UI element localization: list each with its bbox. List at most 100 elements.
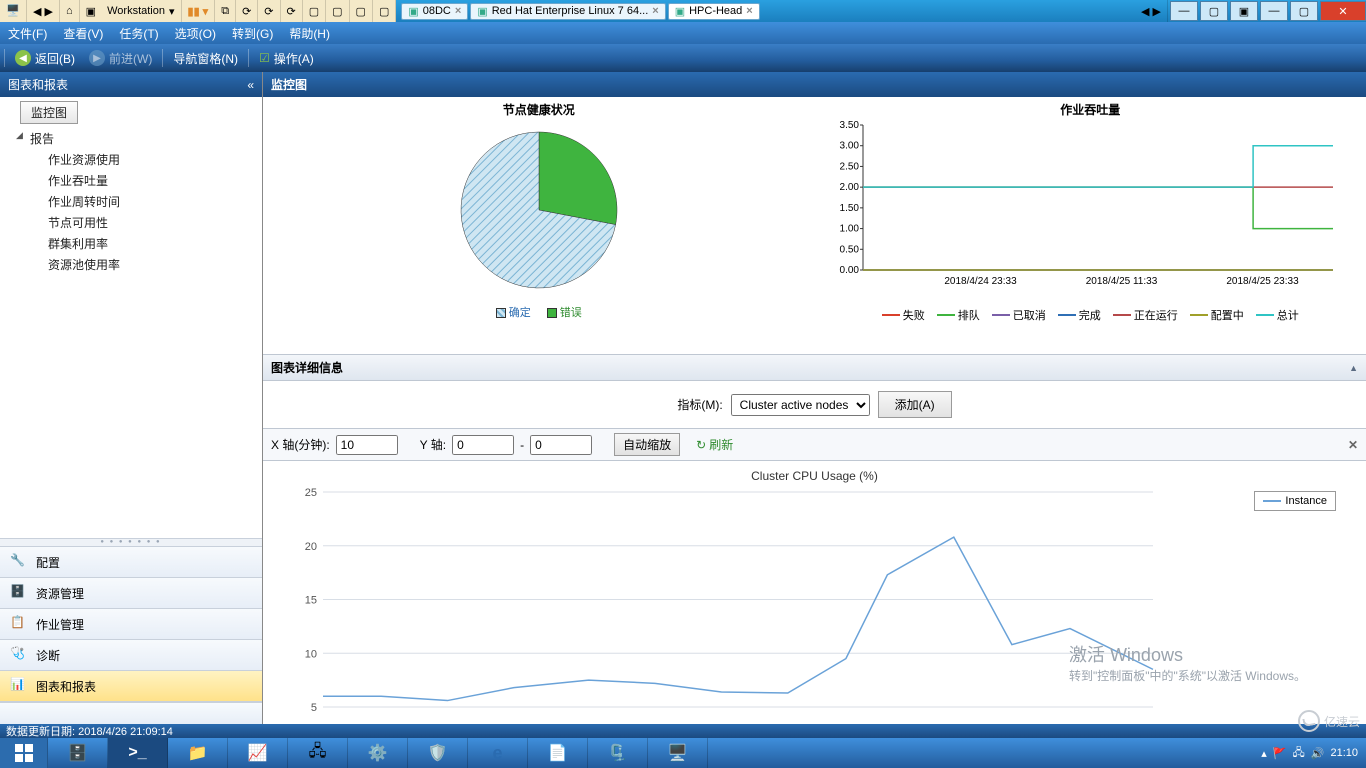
task-powershell-icon[interactable]: >_ — [108, 738, 168, 768]
menu-item[interactable]: 选项(O) — [167, 25, 224, 42]
xaxis-label: X 轴(分钟): — [271, 436, 330, 453]
tray-vol-icon[interactable]: 🔊 — [1311, 747, 1325, 760]
workstation-dropdown[interactable]: Workstation — [107, 5, 165, 17]
svg-text:10: 10 — [305, 648, 317, 660]
sidebar-tree: 监控图 ◢报告 作业资源使用作业吞吐量作业周转时间节点可用性群集利用率资源池使用… — [0, 97, 262, 538]
vm-max-icon[interactable]: ▢ — [1200, 1, 1228, 21]
tray-flag-icon[interactable]: 🚩 — [1273, 747, 1287, 760]
add-button[interactable]: 添加(A) — [878, 391, 952, 418]
detail-header[interactable]: 图表详细信息▲ — [263, 355, 1366, 381]
collapse-caret-icon[interactable]: ▲ — [1349, 363, 1358, 373]
task-ie-icon[interactable]: e — [468, 738, 528, 768]
vm-tool-icon-7[interactable]: ▢ — [350, 0, 373, 22]
svg-text:2.50: 2.50 — [839, 161, 859, 172]
autoscale-button[interactable]: 自动缩放 — [614, 433, 680, 456]
tree-item[interactable]: 作业吞吐量 — [20, 170, 262, 191]
task-monitor-icon[interactable]: 📈 — [228, 738, 288, 768]
tray-up-icon[interactable]: ▴ — [1261, 747, 1267, 760]
task-notes-icon[interactable]: 📄 — [528, 738, 588, 768]
menu-item[interactable]: 帮助(H) — [281, 25, 338, 42]
yaxis-to-input[interactable] — [530, 435, 592, 455]
vm-tab[interactable]: ▣Red Hat Enterprise Linux 7 64...× — [470, 3, 665, 20]
menu-item[interactable]: 文件(F) — [0, 25, 55, 42]
svg-text:1.00: 1.00 — [839, 224, 859, 235]
sidebar-grip[interactable]: ● ● ● ● ● ● ● — [0, 538, 262, 546]
task-archive-icon[interactable]: 🗜️ — [588, 738, 648, 768]
refresh-button[interactable]: ↻刷新 — [696, 436, 733, 453]
task-explorer-icon[interactable]: 📁 — [168, 738, 228, 768]
throughput-title: 作业吞吐量 — [823, 101, 1359, 118]
vm-tool-icon-5[interactable]: ▢ — [303, 0, 326, 22]
collapse-icon[interactable]: « — [247, 78, 254, 92]
legend-item: 失败 — [882, 307, 925, 323]
task-cluster-icon[interactable]: 🖧 — [288, 738, 348, 768]
actions-button[interactable]: ☑操作(A) — [253, 48, 320, 69]
menu-item[interactable]: 任务(T) — [111, 25, 166, 42]
start-button[interactable] — [0, 738, 48, 768]
sidebar-tab-3[interactable]: 🩺诊断 — [0, 640, 262, 671]
tree-item[interactable]: 作业资源使用 — [20, 149, 262, 170]
svg-text:0.00: 0.00 — [839, 265, 859, 276]
metric-select[interactable]: Cluster active nodes — [731, 394, 870, 416]
vm-tool-icon-8[interactable]: ▢ — [373, 0, 396, 22]
sidebar-tab-0[interactable]: 🔧配置 — [0, 547, 262, 578]
vm-ws-icon: ▣ — [86, 5, 96, 18]
tree-parent-reports[interactable]: ◢报告 — [20, 128, 262, 149]
tray-net-icon[interactable]: 🖧 — [1293, 744, 1305, 763]
inner-max-icon[interactable]: ▢ — [1290, 1, 1318, 21]
monitor-chart-button[interactable]: 监控图 — [20, 101, 78, 124]
axis-row: X 轴(分钟): Y 轴: - 自动缩放 ↻刷新 ✕ — [263, 428, 1366, 461]
cpu-legend: Instance — [1254, 491, 1336, 511]
sidebar-header: 图表和报表« — [0, 72, 262, 97]
sidebar-tab-4[interactable]: 📊图表和报表 — [0, 671, 262, 702]
legend-item: 错误 — [547, 304, 582, 320]
back-button[interactable]: ◀返回(B) — [9, 48, 81, 69]
sidebar-tab-2[interactable]: 📋作业管理 — [0, 609, 262, 640]
task-shield-icon[interactable]: 🛡️ — [408, 738, 468, 768]
tree-item[interactable]: 资源池使用率 — [20, 254, 262, 275]
vm-home-icon[interactable]: ⌂ — [60, 0, 80, 22]
vm-min-icon[interactable]: — — [1170, 1, 1198, 21]
vm-tool-icon-4[interactable]: ⟳ — [281, 0, 303, 22]
close-icon[interactable]: ✕ — [1348, 438, 1358, 452]
vm-tool-icon-2[interactable]: ⟳ — [236, 0, 258, 22]
back-icon: ◀ — [15, 50, 31, 66]
yaxis-from-input[interactable] — [452, 435, 514, 455]
task-servermgr-icon[interactable]: 🗄️ — [48, 738, 108, 768]
inner-close-icon[interactable]: ✕ — [1320, 1, 1366, 21]
vmware-titlebar: 🖥️ ◀ ▶ ⌂ ▣ Workstation ▾ ▮▮ ▾ ⧉ ⟳ ⟳ ⟳ ▢ … — [0, 0, 1366, 22]
legend-item: 排队 — [937, 307, 980, 323]
vm-tab[interactable]: ▣08DC× — [401, 3, 468, 20]
menu-item[interactable]: 查看(V) — [55, 25, 111, 42]
vm-tool-icon-1[interactable]: ⧉ — [215, 0, 236, 22]
vm-tool-icon-3[interactable]: ⟳ — [258, 0, 280, 22]
sidebar-tab-1[interactable]: 🗄️资源管理 — [0, 578, 262, 609]
vm-tab-nav[interactable]: ◀ ▶ — [1135, 0, 1168, 22]
menu-item[interactable]: 转到(G) — [224, 25, 281, 42]
tab-close-icon[interactable]: × — [455, 5, 461, 17]
inner-min-icon[interactable]: — — [1260, 1, 1288, 21]
svg-text:25: 25 — [305, 487, 317, 499]
vm-tab[interactable]: ▣HPC-Head× — [668, 3, 760, 20]
legend-item: 总计 — [1256, 307, 1299, 323]
svg-text:2018/4/25 11:33: 2018/4/25 11:33 — [1085, 276, 1157, 287]
navpane-button[interactable]: 导航窗格(N) — [167, 48, 244, 69]
tree-item[interactable]: 群集利用率 — [20, 233, 262, 254]
task-host-icon[interactable]: 🖥️ — [648, 738, 708, 768]
throughput-svg: 0.000.501.001.502.002.503.003.502018/4/2… — [823, 120, 1343, 300]
forward-icon: ▶ — [89, 50, 105, 66]
vm-pause-icon[interactable]: ▮▮ ▾ — [182, 0, 216, 22]
tab-close-icon[interactable]: × — [652, 5, 658, 17]
tab-close-icon[interactable]: × — [746, 5, 752, 17]
vm-tool-icon-6[interactable]: ▢ — [326, 0, 349, 22]
throughput-chart: 作业吞吐量 0.000.501.001.502.002.503.003.5020… — [815, 97, 1366, 354]
tray-clock[interactable]: 21:10 — [1330, 747, 1358, 759]
svg-text:0.50: 0.50 — [839, 244, 859, 255]
tree-item[interactable]: 节点可用性 — [20, 212, 262, 233]
svg-text:5: 5 — [311, 702, 317, 714]
tree-item[interactable]: 作业周转时间 — [20, 191, 262, 212]
task-gear-icon[interactable]: ⚙️ — [348, 738, 408, 768]
legend-item: 确定 — [496, 304, 531, 320]
xaxis-input[interactable] — [336, 435, 398, 455]
vm-close1-icon[interactable]: ▣ — [1230, 1, 1258, 21]
